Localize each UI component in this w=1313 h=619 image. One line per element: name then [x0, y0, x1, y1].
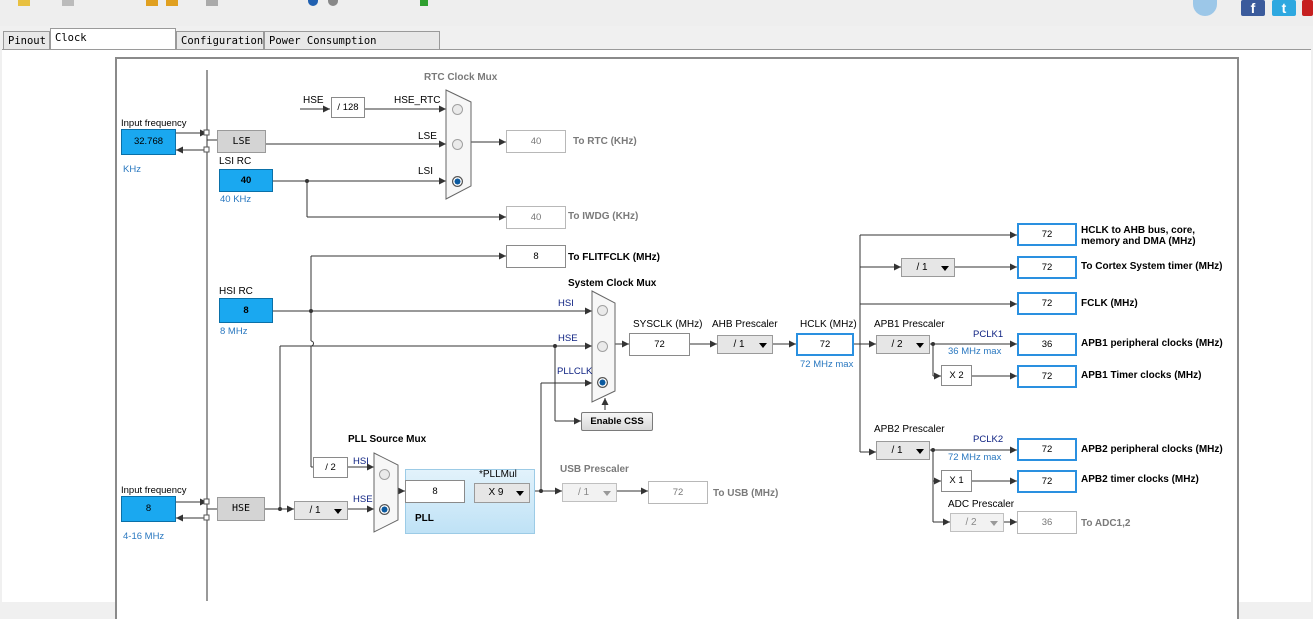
- pll-mul-dropdown[interactable]: X 9: [474, 483, 530, 503]
- sys-mux-hse-label: HSE: [558, 333, 578, 344]
- hclk-ahb-value: 72: [1017, 223, 1077, 246]
- to-usb-label: To USB (MHz): [713, 488, 779, 499]
- pll-mul-label: *PLLMul: [479, 469, 517, 480]
- pll-mux-hse-label: HSE: [353, 494, 373, 505]
- hsi-rc-label: HSI RC: [219, 286, 253, 297]
- rtc-clock-mux-title: RTC Clock Mux: [424, 72, 498, 83]
- flitfclk-value: 8: [506, 245, 566, 268]
- apb1-max-label: 36 MHz max: [948, 346, 1002, 357]
- lse-unit-label: KHz: [123, 164, 141, 175]
- pclk2-label: PCLK2: [973, 434, 1004, 445]
- hse-rtc-divider: / 128: [331, 97, 365, 118]
- apb2-timer-multiplier: X 1: [941, 470, 972, 492]
- rtc-lse-label: LSE: [418, 131, 437, 142]
- hsi-pll-divider: / 2: [313, 457, 348, 478]
- sys-mux-pllclk-label: PLLCLK: [557, 366, 593, 377]
- apb2-prescaler-label: APB2 Prescaler: [874, 424, 945, 435]
- to-flitfclk-label: To FLITFCLK (MHz): [568, 252, 661, 263]
- apb2-peripheral-value: 72: [1017, 438, 1077, 461]
- rtc-lsi-label: LSI: [418, 166, 434, 177]
- apb1-timer-label: APB1 Timer clocks (MHz): [1081, 370, 1202, 381]
- hclk-value-field[interactable]: 72: [796, 333, 854, 356]
- rtc-output-value: 40: [506, 130, 566, 153]
- adc-output-value: 36: [1017, 511, 1077, 534]
- hse-input-frequency-label: Input frequency: [121, 485, 187, 496]
- hsi-rc-value: 8: [219, 298, 273, 323]
- lsi-unit-label: 40 KHz: [220, 194, 252, 205]
- pll-mux-hsi-radio[interactable]: [379, 469, 390, 480]
- cortex-timer-value: 72: [1017, 256, 1077, 279]
- cortex-timer-divider-dropdown[interactable]: / 1: [901, 258, 955, 277]
- enable-css-button[interactable]: Enable CSS: [581, 412, 653, 431]
- pll-label: PLL: [415, 513, 434, 524]
- hclk-label: HCLK (MHz): [800, 319, 857, 330]
- pll-input-value: 8: [405, 480, 465, 503]
- adc-prescaler-label: ADC Prescaler: [948, 499, 1015, 510]
- lse-input-frequency-label: Input frequency: [121, 118, 187, 129]
- hse-range-label: 4-16 MHz: [123, 531, 165, 542]
- hse-input-frequency-field[interactable]: 8: [121, 496, 176, 522]
- hclk-ahb-label-line1: HCLK to AHB bus, core,: [1081, 225, 1196, 236]
- lse-block: LSE: [217, 130, 266, 153]
- pll-mux-hsi-label: HSI: [353, 456, 369, 467]
- adc-prescaler-dropdown[interactable]: / 2: [950, 513, 1004, 532]
- rtc-mux-hse-radio[interactable]: [452, 104, 463, 115]
- rtc-mux-lse-radio[interactable]: [452, 139, 463, 150]
- to-adc-label: To ADC1,2: [1081, 518, 1131, 529]
- apb1-prescaler-label: APB1 Prescaler: [874, 319, 945, 330]
- lsi-rc-label: LSI RC: [219, 156, 252, 167]
- pll-mux-hse-radio[interactable]: [379, 504, 390, 515]
- hse-prediv-dropdown[interactable]: / 1: [294, 501, 348, 520]
- to-rtc-label: To RTC (KHz): [573, 136, 637, 147]
- hclk-max-label: 72 MHz max: [800, 359, 854, 370]
- fclk-label: FCLK (MHz): [1081, 298, 1138, 309]
- usb-prescaler-dropdown[interactable]: / 1: [562, 483, 617, 502]
- lse-input-frequency-field[interactable]: 32.768: [121, 129, 176, 155]
- sys-mux-hsi-label: HSI: [558, 298, 574, 309]
- cortex-timer-label: To Cortex System timer (MHz): [1081, 261, 1223, 272]
- apb1-timer-value: 72: [1017, 365, 1077, 388]
- ahb-prescaler-dropdown[interactable]: / 1: [717, 335, 773, 354]
- usb-output-value: 72: [648, 481, 708, 504]
- to-iwdg-label: To IWDG (KHz): [568, 211, 639, 222]
- hse-rtc-label: HSE_RTC: [394, 95, 441, 106]
- apb2-timer-label: APB2 timer clocks (MHz): [1081, 474, 1199, 485]
- apb2-timer-value: 72: [1017, 470, 1077, 493]
- lsi-rc-value: 40: [219, 169, 273, 192]
- pll-source-mux-title: PLL Source Mux: [348, 434, 427, 445]
- hse-block: HSE: [217, 497, 265, 521]
- apb2-max-label: 72 MHz max: [948, 452, 1002, 463]
- hsi-unit-label: 8 MHz: [220, 326, 248, 337]
- system-clock-mux-title: System Clock Mux: [568, 278, 657, 289]
- sysclk-label: SYSCLK (MHz): [633, 319, 703, 330]
- apb1-prescaler-dropdown[interactable]: / 2: [876, 335, 930, 354]
- sys-mux-pllclk-radio[interactable]: [597, 377, 608, 388]
- fclk-value: 72: [1017, 292, 1077, 315]
- apb2-peripheral-label: APB2 peripheral clocks (MHz): [1081, 444, 1223, 455]
- apb1-peripheral-value: 36: [1017, 333, 1077, 356]
- iwdg-output-value: 40: [506, 206, 566, 229]
- ahb-prescaler-label: AHB Prescaler: [712, 319, 778, 330]
- sys-mux-hsi-radio[interactable]: [597, 305, 608, 316]
- apb1-timer-multiplier: X 2: [941, 365, 972, 386]
- hclk-ahb-label-line2: memory and DMA (MHz): [1081, 236, 1196, 247]
- pll-source-mux-shape: [373, 452, 399, 533]
- rtc-hse-label: HSE: [303, 95, 324, 106]
- pclk1-label: PCLK1: [973, 329, 1004, 340]
- sys-mux-hse-radio[interactable]: [597, 341, 608, 352]
- sysclk-value: 72: [629, 333, 690, 356]
- rtc-mux-lsi-radio[interactable]: [452, 176, 463, 187]
- usb-prescaler-label: USB Prescaler: [560, 464, 629, 475]
- apb2-prescaler-dropdown[interactable]: / 1: [876, 441, 930, 460]
- apb1-peripheral-label: APB1 peripheral clocks (MHz): [1081, 338, 1223, 349]
